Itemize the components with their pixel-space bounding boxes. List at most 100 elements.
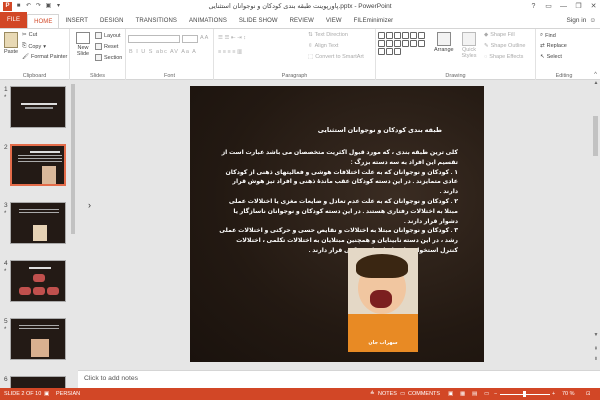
notes-toggle-button[interactable]: NOTES (378, 388, 397, 400)
find-button[interactable]: ⌕ Find (540, 32, 556, 39)
thumbnail-row-5[interactable]: 5 * (0, 318, 78, 368)
tab-design[interactable]: DESIGN (94, 14, 130, 28)
start-slideshow-icon[interactable]: ▣ (45, 3, 52, 10)
slide-photo-crying-child[interactable]: سهراب جان (348, 248, 418, 352)
copy-button[interactable]: ⎘ Copy ▾ (22, 43, 46, 50)
sign-in-label[interactable]: Sign in (566, 14, 586, 28)
layout-button[interactable]: Layout (95, 32, 121, 39)
thumbnail-row-6[interactable]: 6 (0, 376, 78, 388)
shape-outline-button[interactable]: ✎ Shape Outline (484, 43, 525, 49)
shape-icon[interactable] (378, 48, 385, 55)
help-icon[interactable]: ? (529, 3, 538, 10)
notes-pane[interactable]: Click to add notes (78, 370, 600, 388)
slide-body-text[interactable]: کلی ترین طبقه بندی ، که مورد قبول اکثریت… (218, 148, 458, 256)
shape-icon[interactable] (418, 32, 425, 39)
tab-fileminimizer[interactable]: FILEminimizer (348, 14, 400, 28)
slide-thumbnail[interactable] (10, 86, 66, 128)
shape-effects-button[interactable]: ◌ Shape Effects (484, 54, 523, 60)
smiley-icon[interactable]: ☺ (589, 14, 596, 28)
previous-slide-icon[interactable]: ⇞ (592, 346, 600, 352)
minimize-icon[interactable]: — (559, 3, 568, 10)
format-painter-button[interactable]: 🖌 Format Painter (22, 54, 67, 60)
tab-review[interactable]: REVIEW (284, 14, 320, 28)
slide-thumbnail-selected[interactable] (10, 144, 66, 186)
thumbnails-scrollbar-thumb[interactable] (71, 84, 75, 234)
notes-placeholder[interactable]: Click to add notes (84, 375, 138, 382)
font-size-dropdown[interactable] (182, 35, 198, 43)
shape-icon[interactable] (402, 32, 409, 39)
thumbnail-row-3[interactable]: 3 * (0, 202, 78, 252)
replace-button[interactable]: ⇄ Replace (540, 43, 567, 49)
align-text-button[interactable]: ⇳ Align Text (308, 43, 338, 49)
new-slide-button[interactable]: New Slide (73, 32, 93, 57)
slideshow-view-icon[interactable]: ▭ (484, 388, 489, 400)
next-slide-icon[interactable]: ⇟ (592, 356, 600, 362)
shape-icon[interactable] (386, 48, 393, 55)
tab-view[interactable]: VIEW (320, 14, 348, 28)
font-format-buttons[interactable]: B I U S abc AV Aa A (129, 49, 197, 55)
zoom-level[interactable]: 70 % (562, 388, 575, 400)
close-icon[interactable]: ✕ (589, 2, 598, 10)
quick-styles-button[interactable]: Quick Styles (458, 32, 480, 59)
font-family-dropdown[interactable] (128, 35, 180, 43)
slide-thumbnail[interactable] (10, 318, 66, 360)
shape-icon[interactable] (378, 40, 385, 47)
shapes-gallery[interactable] (378, 32, 425, 59)
ribbon-display-options-icon[interactable]: ▭ (544, 2, 553, 10)
restore-icon[interactable]: ❐ (574, 2, 583, 10)
bullets-icon[interactable]: ☰ ☰ ⇤ ⇥ ↕ (218, 35, 246, 41)
spelling-icon[interactable]: ▣ (44, 388, 49, 400)
slide-canvas[interactable]: طبقه بندی کودکان و نوجوانان استثنایی کلی… (190, 86, 484, 362)
font-grow-icon[interactable]: A A (200, 35, 208, 41)
thumbnail-row-4[interactable]: 4 * (0, 260, 78, 310)
zoom-in-icon[interactable]: + (552, 388, 555, 400)
zoom-slider-handle[interactable] (523, 391, 526, 397)
zoom-out-icon[interactable]: − (494, 388, 497, 400)
tab-home[interactable]: HOME (27, 14, 60, 28)
convert-smartart-button[interactable]: ⬚ Convert to SmartArt (308, 54, 364, 60)
shape-icon[interactable] (394, 32, 401, 39)
paste-button[interactable]: Paste (4, 32, 18, 55)
slide-sorter-view-icon[interactable]: ▦ (460, 388, 465, 400)
slide-thumbnail[interactable] (10, 202, 66, 244)
text-direction-button[interactable]: ⇅ Text Direction (308, 32, 348, 38)
notes-toggle-icon[interactable]: ≙ (370, 388, 375, 400)
sign-in-link[interactable]: Sign in ☺ (566, 14, 600, 28)
comments-toggle-button[interactable]: COMMENTS (408, 388, 440, 400)
save-icon[interactable]: ■ (15, 3, 22, 10)
section-button[interactable]: Section (95, 54, 122, 61)
alignment-icons[interactable]: ≡ ≡ ≡ ≡ ▥ (218, 49, 242, 55)
shape-fill-button[interactable]: ◆ Shape Fill (484, 32, 515, 38)
tab-file[interactable]: FILE (0, 12, 28, 28)
slide-title[interactable]: طبقه بندی کودکان و نوجوانان استثنایی (318, 126, 442, 134)
collapse-ribbon-icon[interactable]: ^ (594, 72, 597, 78)
select-button[interactable]: ↖ Select (540, 54, 562, 60)
editor-scrollbar-thumb[interactable] (593, 116, 598, 156)
shape-icon[interactable] (410, 40, 417, 47)
comment-icon[interactable]: ▭ (400, 388, 405, 400)
reading-view-icon[interactable]: ▤ (472, 388, 477, 400)
shape-icon[interactable] (386, 32, 393, 39)
shape-icon[interactable] (394, 40, 401, 47)
redo-icon[interactable]: ↷ (35, 3, 42, 10)
undo-icon[interactable]: ↶ (25, 3, 32, 10)
normal-view-icon[interactable]: ▣ (448, 388, 453, 400)
thumbnail-row-2[interactable]: 2 (0, 144, 78, 194)
shape-icon[interactable] (402, 40, 409, 47)
tab-insert[interactable]: INSERT (59, 14, 94, 28)
shape-icon[interactable] (418, 40, 425, 47)
shape-icon[interactable] (410, 32, 417, 39)
shape-icon[interactable] (394, 48, 401, 55)
tab-slide-show[interactable]: SLIDE SHOW (233, 14, 284, 28)
scroll-up-icon[interactable]: ▲ (592, 80, 600, 86)
arrange-button[interactable]: Arrange (434, 32, 454, 53)
cut-button[interactable]: ✂ Cut (22, 32, 37, 38)
slide-thumbnail[interactable] (10, 260, 66, 302)
shape-icon[interactable] (378, 32, 385, 39)
scroll-down-icon[interactable]: ▼ (592, 332, 600, 338)
thumbnails-scrollbar[interactable] (70, 80, 76, 370)
editor-vertical-scrollbar[interactable]: ▲ ▼ ⇞ ⇟ (592, 80, 600, 370)
tab-animations[interactable]: ANIMATIONS (183, 14, 233, 28)
thumbnail-row-1[interactable]: 1 * (0, 86, 78, 136)
language-indicator[interactable]: PERSIAN (56, 388, 80, 400)
